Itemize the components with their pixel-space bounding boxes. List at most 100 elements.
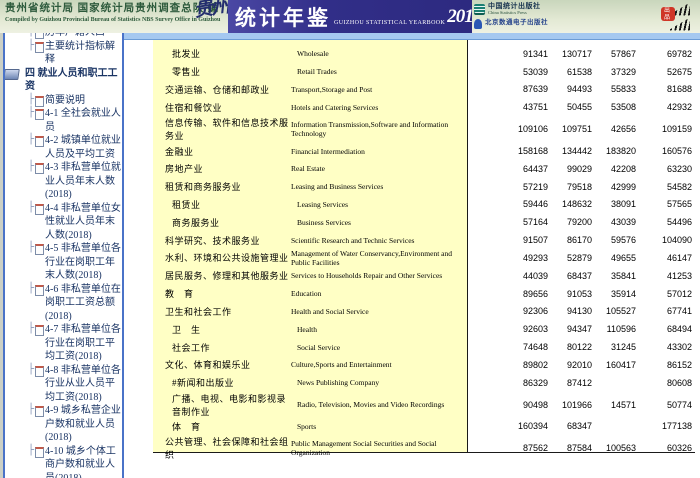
table-row: #新闻和出版业 News Publishing Company 86329 87… (153, 374, 700, 392)
toc-tree-item[interactable]: ├ 主要统计指标解释 (5, 40, 122, 67)
value-col4: 46147 (636, 253, 692, 263)
toc-tree-item[interactable]: ├ 4-10 城乡个体工商户数和就业人员(2018) (5, 445, 122, 478)
value-col2: 87584 (548, 443, 592, 453)
industry-name-cn: 商务服务业 (153, 216, 291, 229)
value-col1: 53039 (504, 67, 548, 77)
value-col1: 87639 (504, 84, 548, 94)
toc-tree-item[interactable]: ├ 4-8 非私营单位各行业从业人员平均工资(2018) (5, 364, 122, 405)
value-col4: 43302 (636, 342, 692, 352)
value-col1: 74648 (504, 342, 548, 352)
toc-tree-item[interactable]: ├ 四 就业人员和职工工资 (5, 67, 122, 94)
value-col2: 101966 (548, 400, 592, 410)
value-col3: 105527 (592, 306, 636, 316)
toc-sidebar[interactable]: ├ 历年户籍人口 ├ 主要统计指标解释 ├ 四 就业人员和职工工资 ├ 简要说明 (3, 33, 124, 478)
value-col2: 130717 (548, 49, 592, 59)
compiler-block: 贵州省统计局 国家统计局贵州调查总队 编 Compiled by Guizhou… (5, 3, 220, 24)
toc-item-label: 4-4 非私营单位女性就业人员年末人数(2018) (45, 203, 121, 241)
value-col4: 54582 (636, 182, 692, 192)
industry-name-cn: 卫 生 (153, 323, 291, 336)
industry-name-cn: 交通运输、仓储和邮政业 (153, 83, 291, 96)
toc-tree-item[interactable]: ├ 4-1 全社会就业人员 (5, 107, 122, 134)
value-col1: 57219 (504, 182, 548, 192)
table-row: 租赁业 Leasing Services 59446 148632 38091 … (153, 196, 700, 214)
value-col2: 68347 (548, 421, 592, 431)
publisher-icon (474, 4, 485, 15)
table-row: 零售业 Retail Trades 53039 61538 37329 5267… (153, 63, 700, 81)
value-col1: 49293 (504, 253, 548, 263)
value-col2: 91053 (548, 289, 592, 299)
value-col4: 69782 (636, 49, 692, 59)
industry-name-cn: 房地产业 (153, 162, 291, 175)
industry-name-cn: 社会工作 (153, 341, 291, 354)
industry-name-cn: 租赁业 (153, 198, 291, 211)
table-row: 科学研究、技术服务业 Scientific Research and Techn… (153, 231, 700, 249)
table-row: 卫生和社会工作 Health and Social Service 92306 … (153, 303, 700, 321)
value-col2: 61538 (548, 67, 592, 77)
industry-name-en: Retail Trades (291, 67, 467, 76)
industry-name-en: Transport,Storage and Post (291, 85, 467, 94)
document-icon (35, 285, 44, 296)
value-col4: 104090 (636, 235, 692, 245)
industry-name-en: Culture,Sports and Entertainment (291, 360, 467, 369)
industry-name-cn: 文化、体育和娱乐业 (153, 358, 291, 371)
value-col3: 35841 (592, 271, 636, 281)
industry-name-cn: #新闻和出版业 (153, 376, 291, 389)
value-col2: 86170 (548, 235, 592, 245)
industry-name-en: Leasing and Business Services (291, 182, 467, 191)
table-row: 金融业 Financial Intermediation 158168 1344… (153, 142, 700, 160)
toc-tree-item[interactable]: ├ 4-9 城乡私营企业户数和就业人员(2018) (5, 404, 122, 445)
value-col3: 42999 (592, 182, 636, 192)
value-col1: 87562 (504, 443, 548, 453)
value-col3: 57867 (592, 49, 636, 59)
value-col3: 55833 (592, 84, 636, 94)
publisher-names: 北京数通电子出版社 (485, 20, 548, 28)
value-col2: 80122 (548, 342, 592, 352)
toc-tree-item[interactable]: ├ 4-4 非私营单位女性就业人员年末人数(2018) (5, 202, 122, 243)
document-icon (35, 96, 44, 107)
publisher-names: 中国统计出版社 China Statistics Press (488, 3, 541, 16)
toc-item-label: 四 就业人员和职工工资 (25, 68, 118, 93)
yearbook-title-en: GUIZHOU STATISTICAL YEARBOOK (334, 20, 445, 26)
toc-tree-item[interactable]: ├ 4-3 非私营单位就业人员年末人数(2018) (5, 161, 122, 202)
document-icon (35, 136, 44, 147)
toc-tree-item[interactable]: ├ 4-5 非私营单位各行业在岗职工年末人数(2018) (5, 242, 122, 283)
table-row: 批发业 Wholesale 91341 130717 57867 69782 (153, 45, 700, 63)
compiler-text-cn: 贵州省统计局 国家统计局贵州调查总队 编 (5, 3, 220, 15)
value-col4: 109159 (636, 124, 692, 134)
document-icon (35, 325, 44, 336)
industry-name-en: Public Management Social Securities and … (291, 439, 467, 457)
publisher-name-cn: 北京数通电子出版社 (485, 20, 548, 27)
value-col1: 64437 (504, 164, 548, 174)
toc-tree-item[interactable]: ├ 4-7 非私营单位各行业在岗职工平均工资(2018) (5, 323, 122, 364)
document-icon (35, 366, 44, 377)
value-col3: 59576 (592, 235, 636, 245)
value-col3: 110596 (592, 324, 636, 334)
industry-name-cn: 公共管理、社会保障和社会组织 (153, 435, 291, 461)
tree-branch-icon: ├ (28, 282, 34, 296)
document-icon (35, 42, 44, 53)
value-col2: 94347 (548, 324, 592, 334)
value-col2: 94493 (548, 84, 592, 94)
industry-name-cn: 租赁和商务服务业 (153, 180, 291, 193)
yearbook-title-cn: 统计年鉴 (235, 2, 331, 32)
toc-tree-item[interactable]: ├ 4-6 非私营单位在岗职工工资总额(2018) (5, 283, 122, 324)
value-col1: 43751 (504, 102, 548, 112)
table-row: 租赁和商务服务业 Leasing and Business Services 5… (153, 178, 700, 196)
toc-tree-item[interactable]: ├ 简要说明 (5, 94, 122, 108)
value-col4: 60326 (636, 443, 692, 453)
value-col1: 91507 (504, 235, 548, 245)
value-col4: 52675 (636, 67, 692, 77)
industry-name-en: Scientific Research and Technic Services (291, 236, 467, 245)
industry-name-en: News Publishing Company (291, 378, 467, 387)
value-col2: 148632 (548, 199, 592, 209)
industry-name-en: Radio, Television, Movies and Video Reco… (291, 400, 467, 409)
table-row: 文化、体育和娱乐业 Culture,Sports and Entertainme… (153, 356, 700, 374)
value-col4: 68494 (636, 324, 692, 334)
toc-tree-item[interactable]: ├ 4-2 城镇单位就业人员及平均工资 (5, 134, 122, 161)
industry-name-cn: 水利、环境和公共设施管理业 (153, 251, 291, 264)
industry-name-en: Information Transmission,Software and In… (291, 120, 467, 138)
yearbook-year: 2019 (447, 6, 472, 28)
industry-name-en: Sports (291, 422, 467, 431)
table-row: 广播、电视、电影和影视录音制作业 Radio, Television, Movi… (153, 392, 700, 418)
toc-item-label: 4-7 非私营单位各行业在岗职工平均工资(2018) (45, 324, 121, 362)
